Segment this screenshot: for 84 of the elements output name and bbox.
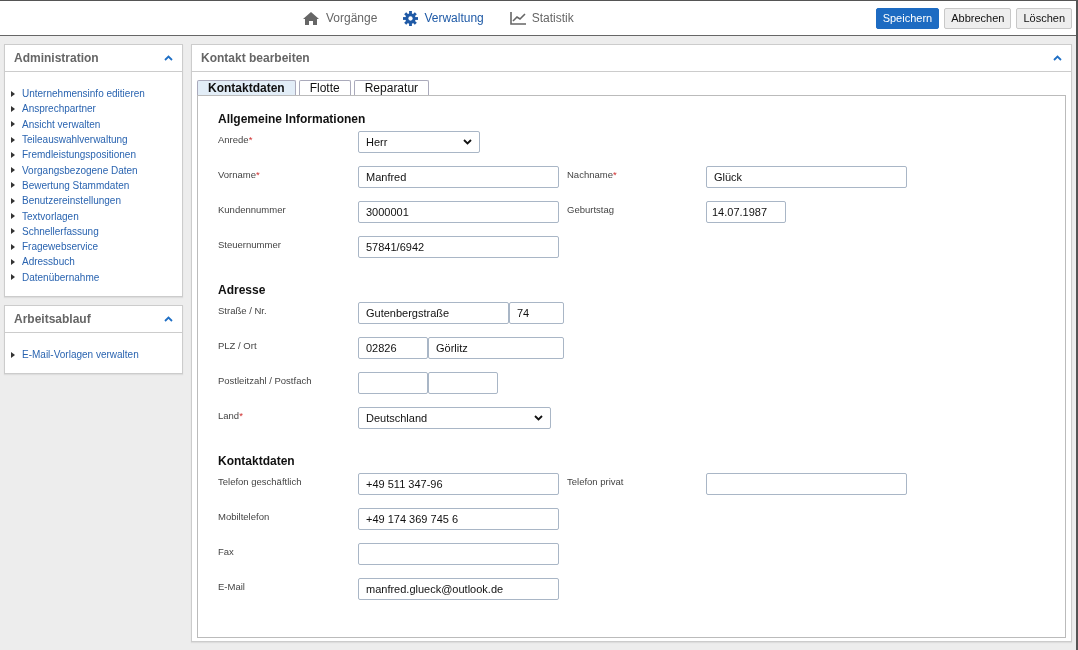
- panel-title: Arbeitsablauf: [14, 311, 91, 326]
- input-field[interactable]: Glück: [706, 166, 907, 188]
- input-field[interactable]: +49 511 347-96: [358, 473, 559, 495]
- nav-link[interactable]: Statistik: [509, 11, 574, 25]
- sidebar-link[interactable]: Ansicht verwalten: [22, 118, 101, 130]
- dropdown[interactable]: Herr: [358, 131, 480, 153]
- field-label: Postleitzahl / Postfach: [218, 374, 313, 386]
- sidebar-link[interactable]: Datenübernahme: [22, 271, 100, 283]
- field-label: Telefon privat: [567, 475, 625, 487]
- input-field[interactable]: 3000001: [358, 201, 559, 223]
- sidebar-link[interactable]: Fragewebservice: [22, 241, 99, 253]
- sidebar-link[interactable]: Benutzereinstellungen: [22, 195, 121, 207]
- triangle-icon: [11, 90, 15, 97]
- sidebar-link[interactable]: Bewertung Stammdaten: [22, 179, 130, 191]
- sidebar-link[interactable]: Schnellerfassung: [22, 225, 99, 237]
- field-label: PLZ / Ort: [218, 339, 258, 351]
- triangle-icon: [11, 136, 15, 143]
- field-label: Nachname*: [567, 168, 618, 180]
- input-field[interactable]: [358, 372, 428, 394]
- triangle-icon: [11, 213, 15, 219]
- input-field[interactable]: [706, 473, 907, 495]
- input-field[interactable]: Görlitz: [428, 337, 564, 359]
- sidebar-link[interactable]: Adressbuch: [22, 256, 75, 268]
- input-field[interactable]: Manfred: [358, 166, 559, 188]
- field-label: Anrede*: [218, 133, 254, 145]
- dropdown[interactable]: Deutschland: [358, 407, 551, 429]
- field-label: Straße / Nr.: [218, 304, 268, 316]
- sidebar-link[interactable]: Teileauswahlverwaltung: [22, 134, 128, 146]
- field-label: E-Mail: [218, 580, 246, 592]
- input-field[interactable]: [428, 372, 498, 394]
- section-heading: Allgemeine Informationen: [218, 112, 367, 126]
- triangle-icon: [11, 167, 15, 174]
- sidebar-link[interactable]: Ansprechpartner: [22, 103, 96, 115]
- chevron-icon[interactable]: [1053, 55, 1062, 61]
- section-heading: Adresse: [218, 283, 267, 297]
- field-label: Geburtstag: [567, 203, 615, 215]
- nav-link[interactable]: Vorgänge: [302, 10, 378, 26]
- input-field[interactable]: manfred.glueck@outlook.de: [358, 578, 559, 600]
- sidebar-link[interactable]: Fremdleistungspositionen: [22, 149, 136, 161]
- panel-title: Kontakt bearbeiten: [201, 51, 310, 65]
- panel-title: Administration: [14, 51, 99, 65]
- sidebar-link[interactable]: Textvorlagen: [22, 210, 79, 222]
- triangle-icon: [11, 351, 15, 358]
- input-field[interactable]: 14.07.1987: [706, 201, 786, 223]
- sidebar-link[interactable]: Unternehmensinfo editieren: [22, 88, 145, 100]
- sidebar-link[interactable]: E-Mail-Vorlagen verwalten: [22, 349, 139, 360]
- action-button[interactable]: Löschen: [1016, 7, 1072, 29]
- input-field[interactable]: Gutenbergstraße: [358, 302, 509, 324]
- field-label: Kundennummer: [218, 203, 287, 215]
- field-label: Telefon geschäftlich: [218, 475, 303, 487]
- action-button[interactable]: Speichern: [875, 7, 940, 29]
- input-field[interactable]: [358, 543, 559, 565]
- triangle-icon: [11, 197, 15, 204]
- caret-icon: [463, 139, 472, 145]
- triangle-icon: [11, 151, 15, 158]
- tab[interactable]: Reparatur: [353, 80, 430, 95]
- input-field[interactable]: 74: [509, 302, 564, 324]
- triangle-icon: [11, 258, 15, 265]
- triangle-icon: [11, 243, 15, 250]
- triangle-icon: [11, 121, 15, 128]
- tab[interactable]: Flotte: [298, 80, 351, 95]
- chevron-icon[interactable]: [164, 315, 173, 322]
- field-label: Mobiltelefon: [218, 510, 271, 522]
- input-field[interactable]: 02826: [358, 337, 428, 359]
- input-field[interactable]: 57841/6942: [358, 236, 559, 258]
- caret-icon: [534, 415, 543, 421]
- input-field[interactable]: +49 174 369 745 6: [358, 508, 559, 530]
- chevron-icon[interactable]: [164, 55, 173, 61]
- house-icon: [302, 10, 320, 26]
- field-label: Land*: [218, 409, 244, 421]
- field-label: Steuernummer: [218, 238, 282, 250]
- field-label: Vorname*: [218, 168, 261, 180]
- nav-link[interactable]: Verwaltung: [403, 10, 484, 26]
- line-chart-icon: [509, 11, 526, 25]
- field-label: Fax: [218, 545, 235, 557]
- triangle-icon: [11, 105, 15, 112]
- gear-icon: [403, 10, 419, 26]
- triangle-icon: [11, 182, 15, 189]
- sidebar-link[interactable]: Vorgangsbezogene Daten: [22, 164, 138, 176]
- triangle-icon: [11, 228, 15, 235]
- triangle-icon: [11, 274, 15, 281]
- section-heading: Kontaktdaten: [218, 454, 296, 468]
- tab[interactable]: Kontaktdaten: [197, 80, 296, 95]
- action-button[interactable]: Abbrechen: [944, 7, 1012, 29]
